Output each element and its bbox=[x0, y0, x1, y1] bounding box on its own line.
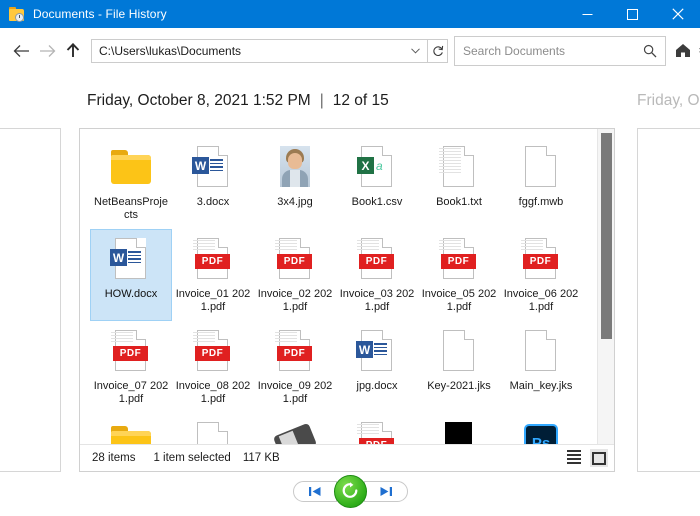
file-name-label: Invoice_02 2021.pdf bbox=[256, 288, 334, 314]
file-item[interactable]: PDF Invoice_06 2021.pdf bbox=[500, 229, 582, 321]
address-path-text: C:\Users\lukas\Documents bbox=[99, 44, 241, 58]
word-document-icon: W bbox=[353, 327, 401, 375]
file-item[interactable]: Wjpg.docx bbox=[336, 321, 418, 413]
file-item[interactable]: Xa Book1.csv bbox=[336, 137, 418, 229]
pdf-document-icon: PDF bbox=[271, 235, 319, 283]
forward-button[interactable] bbox=[34, 37, 60, 65]
search-icon[interactable] bbox=[643, 44, 657, 58]
file-item[interactable]: W HOW.docx bbox=[90, 229, 172, 321]
blank-document-icon bbox=[517, 327, 565, 375]
file-item[interactable]: Main_key.jks bbox=[500, 321, 582, 413]
home-icon[interactable] bbox=[673, 36, 693, 66]
previous-version-button[interactable] bbox=[293, 481, 337, 502]
large-icons-view-icon[interactable] bbox=[590, 449, 608, 467]
next-version-panel[interactable] bbox=[637, 128, 700, 472]
back-button[interactable] bbox=[8, 37, 34, 65]
file-name-label: Invoice_09 2021.pdf bbox=[256, 380, 334, 406]
folder-clock-icon bbox=[9, 6, 26, 23]
file-name-label: HOW.docx bbox=[92, 288, 170, 301]
file-name-label: jpg.docx bbox=[338, 380, 416, 393]
scrollbar-thumb[interactable] bbox=[601, 133, 612, 339]
next-version-date: Friday, O bbox=[637, 92, 700, 110]
version-date-text: Friday, October 8, 2021 1:52 PM bbox=[87, 92, 311, 109]
pdf-document-icon: PDF bbox=[107, 327, 155, 375]
search-input[interactable]: Search Documents bbox=[454, 36, 666, 66]
search-placeholder: Search Documents bbox=[463, 44, 565, 58]
file-item[interactable]: 3x4.jpg bbox=[254, 137, 336, 229]
file-item[interactable]: PDF Invoice_02 2021.pdf bbox=[254, 229, 336, 321]
version-navigation bbox=[0, 474, 700, 508]
file-name-label: NetBeansProjects bbox=[92, 196, 170, 222]
file-grid: NetBeansProjects W 3.docx 3x4.jpg Xa Book1.cs… bbox=[80, 129, 598, 472]
version-date: Friday, October 8, 2021 1:52 PM | 12 of 15 bbox=[87, 92, 389, 110]
pdf-document-icon: PDF bbox=[353, 235, 401, 283]
pdf-document-icon: PDF bbox=[517, 235, 565, 283]
restore-button[interactable] bbox=[334, 475, 367, 508]
window-controls bbox=[565, 0, 700, 28]
refresh-button[interactable] bbox=[428, 39, 448, 63]
photo-thumbnail-icon bbox=[271, 143, 319, 191]
file-item[interactable]: PDF Invoice_05 2021.pdf bbox=[418, 229, 500, 321]
file-item[interactable]: PDF Invoice_09 2021.pdf bbox=[254, 321, 336, 413]
file-name-label: Invoice_06 2021.pdf bbox=[502, 288, 580, 314]
file-item[interactable]: PDF Invoice_07 2021.pdf bbox=[90, 321, 172, 413]
file-item[interactable]: PDF Invoice_03 2021.pdf bbox=[336, 229, 418, 321]
blank-document-icon bbox=[435, 327, 483, 375]
pdf-document-icon: PDF bbox=[435, 235, 483, 283]
text-document-icon bbox=[435, 143, 483, 191]
file-item[interactable]: Key-2021.jks bbox=[418, 321, 500, 413]
status-bar: 28 items 1 item selected 117 KB bbox=[80, 444, 615, 471]
close-button[interactable] bbox=[655, 0, 700, 28]
chevron-down-icon[interactable] bbox=[411, 48, 420, 54]
file-item[interactable]: PDF Invoice_08 2021.pdf bbox=[172, 321, 254, 413]
file-name-label: Invoice_01 2021.pdf bbox=[174, 288, 252, 314]
up-button[interactable] bbox=[60, 37, 86, 65]
file-name-label: 3x4.jpg bbox=[256, 196, 334, 209]
file-name-label: Main_key.jks bbox=[502, 380, 580, 393]
file-item[interactable]: NetBeansProjects bbox=[90, 137, 172, 229]
maximize-button[interactable] bbox=[610, 0, 655, 28]
status-size: 117 KB bbox=[243, 452, 280, 464]
next-version-button[interactable] bbox=[364, 481, 408, 502]
file-item[interactable]: PDF Invoice_01 2021.pdf bbox=[172, 229, 254, 321]
file-name-label: Invoice_05 2021.pdf bbox=[420, 288, 498, 314]
version-date-header: Friday, October 8, 2021 1:52 PM | 12 of 15… bbox=[0, 82, 700, 120]
file-name-label: 3.docx bbox=[174, 196, 252, 209]
pdf-document-icon: PDF bbox=[189, 327, 237, 375]
header-separator: | bbox=[320, 92, 324, 109]
title-bar: Documents - File History bbox=[0, 0, 700, 28]
pdf-document-icon: PDF bbox=[271, 327, 319, 375]
excel-document-icon: Xa bbox=[353, 143, 401, 191]
file-name-label: Book1.csv bbox=[338, 196, 416, 209]
status-selection: 1 item selected bbox=[153, 452, 230, 464]
word-document-icon: W bbox=[189, 143, 237, 191]
file-name-label: Book1.txt bbox=[420, 196, 498, 209]
file-name-label: Invoice_08 2021.pdf bbox=[174, 380, 252, 406]
address-path-input[interactable]: C:\Users\lukas\Documents bbox=[91, 39, 428, 63]
blank-document-icon bbox=[517, 143, 565, 191]
status-item-count: 28 items bbox=[92, 452, 135, 464]
details-view-icon[interactable] bbox=[565, 449, 583, 467]
word-document-icon: W bbox=[107, 235, 155, 283]
previous-version-panel[interactable] bbox=[0, 128, 61, 472]
pdf-document-icon: PDF bbox=[189, 235, 237, 283]
view-toggle-group bbox=[565, 449, 608, 467]
file-item[interactable]: Book1.txt bbox=[418, 137, 500, 229]
file-item[interactable]: fggf.mwb bbox=[500, 137, 582, 229]
minimize-button[interactable] bbox=[565, 0, 610, 28]
folder-icon bbox=[107, 143, 155, 191]
file-list-panel: NetBeansProjects W 3.docx 3x4.jpg Xa Book1.cs… bbox=[79, 128, 615, 472]
gear-icon[interactable] bbox=[695, 36, 700, 66]
file-item[interactable]: W 3.docx bbox=[172, 137, 254, 229]
file-name-label: Invoice_07 2021.pdf bbox=[92, 380, 170, 406]
file-history-window: Documents - File History C:\Users\lukas\… bbox=[0, 0, 700, 516]
address-toolbar: C:\Users\lukas\Documents Search Document… bbox=[0, 28, 700, 73]
version-count: 12 of 15 bbox=[333, 92, 389, 109]
window-title: Documents - File History bbox=[33, 7, 167, 21]
file-name-label: Invoice_03 2021.pdf bbox=[338, 288, 416, 314]
file-name-label: fggf.mwb bbox=[502, 196, 580, 209]
vertical-scrollbar[interactable] bbox=[597, 129, 614, 472]
file-name-label: Key-2021.jks bbox=[420, 380, 498, 393]
